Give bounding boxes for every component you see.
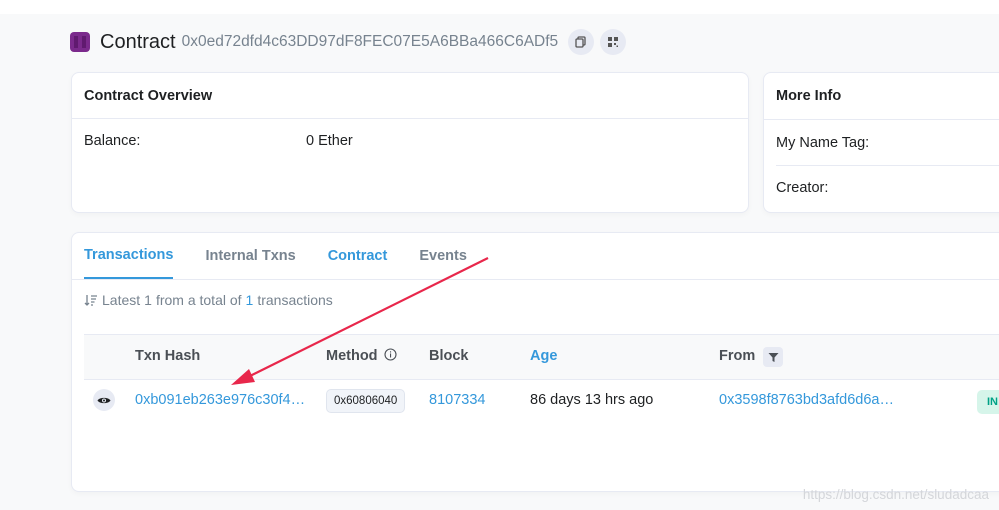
copy-icon: [575, 36, 586, 48]
copy-address-button[interactable]: [568, 29, 595, 55]
name-tag-row: My Name Tag:: [776, 120, 999, 166]
eye-icon: [97, 397, 111, 403]
sort-desc-icon: [84, 294, 97, 306]
table-header: Txn Hash Method Block Age From: [84, 334, 999, 380]
balance-value: 0 Ether: [306, 133, 353, 149]
creator-row: Creator:: [764, 166, 999, 210]
summary-middle: from a total of: [155, 292, 242, 308]
transactions-summary: Latest 1 from a total of 1 transactions: [84, 292, 333, 308]
contract-logo-icon: [70, 32, 90, 52]
summary-prefix: Latest: [102, 292, 141, 308]
th-from: From: [719, 348, 756, 364]
info-icon[interactable]: [384, 348, 397, 361]
from-address-link[interactable]: 0x3598f8763bd3afd6d6a…: [719, 392, 894, 408]
th-method-label: Method: [326, 348, 378, 364]
filter-icon: [768, 352, 778, 362]
page-header: Contract 0x0ed72dfd4c63DD97dF8FEC07E5A6B…: [70, 27, 632, 57]
balance-label: Balance:: [84, 133, 141, 149]
tab-events[interactable]: Events: [419, 233, 467, 279]
view-details-button[interactable]: [93, 389, 115, 411]
watermark: https://blog.csdn.net/sludadcaa: [802, 487, 989, 502]
creator-label: Creator:: [776, 180, 829, 196]
card-title: Contract Overview: [72, 73, 748, 119]
filter-button[interactable]: [763, 347, 783, 367]
age-value: 86 days 13 hrs ago: [530, 392, 654, 408]
card-title: More Info: [764, 73, 999, 120]
block-link[interactable]: 8107334: [429, 392, 485, 408]
txn-hash-link[interactable]: 0xb091eb263e976c30f4…: [135, 392, 305, 408]
name-tag-label: My Name Tag:: [776, 134, 870, 151]
page-title: Contract: [100, 30, 176, 53]
tab-transactions[interactable]: Transactions: [84, 233, 174, 279]
th-txn-hash: Txn Hash: [135, 348, 201, 364]
method-badge: 0x60806040: [326, 389, 406, 413]
direction-badge: IN: [977, 390, 999, 414]
qr-code-button[interactable]: [600, 29, 627, 55]
th-method: Method: [326, 348, 397, 364]
tab-contract[interactable]: Contract: [328, 233, 388, 279]
top-bar: [0, 0, 999, 14]
summary-total-link[interactable]: 1: [246, 292, 254, 308]
summary-suffix: transactions: [257, 292, 333, 308]
qr-code-icon: [608, 37, 619, 47]
th-block: Block: [429, 348, 469, 364]
th-age[interactable]: Age: [530, 348, 557, 364]
contract-address: 0x0ed72dfd4c63DD97dF8FEC07E5A6BBa466C6AD…: [181, 33, 559, 50]
tab-internal-txns[interactable]: Internal Txns: [205, 233, 295, 279]
tab-bar: Transactions Internal Txns Contract Even…: [72, 233, 999, 280]
more-info-card: More Info My Name Tag: Creator:: [763, 72, 999, 213]
transactions-card: Transactions Internal Txns Contract Even…: [71, 232, 999, 492]
contract-overview-card: Contract Overview Balance: 0 Ether: [71, 72, 749, 213]
balance-row: Balance: 0 Ether: [72, 119, 748, 163]
summary-count: 1: [144, 292, 152, 308]
